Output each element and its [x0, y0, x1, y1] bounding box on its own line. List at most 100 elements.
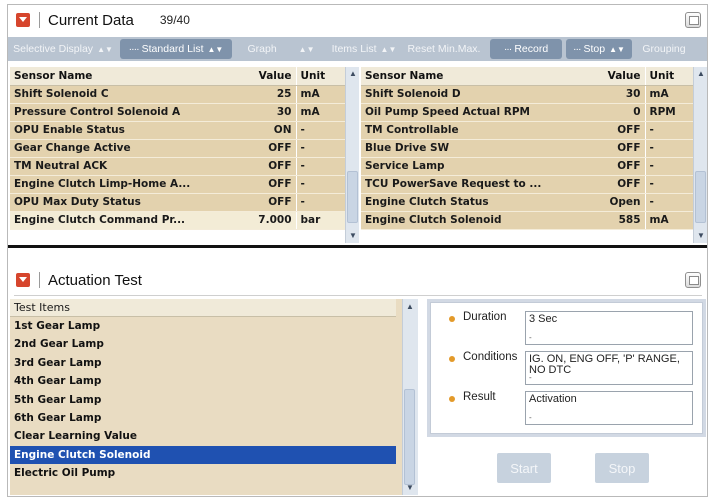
list-item[interactable]: 3rd Gear Lamp — [10, 354, 396, 372]
maximize-icon[interactable] — [685, 272, 701, 288]
record-button[interactable]: ··· Record — [490, 39, 562, 59]
table-row[interactable]: Oil Pump Speed Actual RPM 0 RPM — [361, 103, 693, 122]
result-label: Result — [463, 391, 496, 403]
scroll-down-icon[interactable]: ▼ — [348, 230, 358, 242]
sensor-unit: - — [295, 175, 345, 194]
updown-icon: ▲▼ — [207, 44, 224, 54]
scroll-up-icon[interactable]: ▲ — [696, 68, 706, 80]
scroll-down-icon[interactable]: ▼ — [405, 482, 415, 494]
sensor-table-right: Sensor Name Value Unit Shift Solenoid D3… — [361, 67, 707, 243]
table-row[interactable]: TM Controllable OFF - — [361, 121, 693, 140]
grouping-button[interactable]: Grouping — [636, 39, 692, 59]
result-value: Activation — [529, 393, 577, 405]
sensor-name: Pressure Control Solenoid A — [10, 103, 246, 122]
updown-icon: ▲▼ — [97, 44, 113, 54]
scroll-down-icon[interactable]: ▼ — [696, 230, 706, 242]
main-window: Current Data 39/40 Selective Display ▲▼ ·… — [7, 4, 708, 497]
col-sensor-name[interactable]: Sensor Name — [10, 67, 246, 86]
reset-min-max-button[interactable]: Reset Min.Max. — [402, 39, 486, 59]
result-field: Activation - — [525, 391, 693, 425]
table-row[interactable]: Engine Clutch Solenoid 585 mA — [361, 211, 693, 230]
col-sensor-name[interactable]: Sensor Name — [361, 67, 593, 86]
stop-button[interactable]: ··· Stop ▲▼ — [566, 39, 632, 59]
test-list-scrollbar[interactable]: ▲ ▼ — [402, 299, 418, 495]
col-value[interactable]: Value — [246, 67, 296, 86]
list-item[interactable]: 6th Gear Lamp — [10, 409, 396, 427]
sensor-unit: mA — [644, 85, 693, 104]
sensor-name: Engine Clutch Solenoid — [361, 211, 593, 230]
table-row[interactable]: OPU Max Duty Status OFF - — [10, 193, 345, 212]
sensor-value: 30 — [593, 85, 645, 104]
test-detail-inner: Duration 3 Sec - Conditions IG. ON, ENG … — [430, 302, 703, 434]
field-marker: - — [529, 413, 532, 422]
table-row[interactable]: Gear Change Active OFF - — [10, 139, 345, 158]
result-row: Result Activation - — [449, 391, 693, 425]
sensor-name: Gear Change Active — [10, 139, 246, 158]
sensor-unit: - — [644, 157, 693, 176]
updown-icon: ▲▼ — [298, 44, 315, 54]
sensor-name: TCU PowerSave Request to ... — [361, 175, 593, 194]
actuation-test-header: Actuation Test — [8, 267, 707, 293]
selective-display-button[interactable]: Selective Display ▲▼ — [10, 39, 116, 59]
scroll-thumb[interactable] — [695, 171, 706, 223]
conditions-row: Conditions IG. ON, ENG OFF, 'P' RANGE, N… — [449, 351, 693, 385]
bullet-icon — [449, 356, 455, 362]
duration-value: 3 Sec — [529, 313, 558, 325]
conditions-label: Conditions — [463, 351, 518, 363]
sensor-name: Engine Clutch Limp-Home A... — [10, 175, 246, 194]
list-item[interactable]: Electric Oil Pump — [10, 464, 396, 482]
scroll-up-icon[interactable]: ▲ — [405, 301, 415, 313]
table-row[interactable]: Pressure Control Solenoid A 30 mA — [10, 103, 345, 122]
sensor-unit: bar — [295, 211, 345, 230]
sensor-unit: - — [644, 139, 693, 158]
header-separator — [39, 272, 40, 288]
collapse-chevron-icon[interactable] — [16, 273, 30, 287]
duration-field: 3 Sec - — [525, 311, 693, 345]
table-header-row: Sensor Name Value Unit — [361, 67, 693, 86]
list-item[interactable]: 1st Gear Lamp — [10, 317, 396, 335]
list-item[interactable]: 2nd Gear Lamp — [10, 335, 396, 353]
table-row[interactable]: TCU PowerSave Request to ... OFF - — [361, 175, 693, 194]
updown-icon: ▲▼ — [609, 44, 625, 54]
scroll-thumb[interactable] — [347, 171, 358, 223]
table-row[interactable]: Shift Solenoid C 25 mA — [10, 85, 345, 104]
items-list-button[interactable]: Items List ▲▼ — [330, 39, 398, 59]
sensor-name: Shift Solenoid C — [10, 85, 246, 104]
sensor-value: OFF — [246, 193, 296, 212]
stop-label: Stop — [583, 43, 606, 55]
bullet-icon — [449, 316, 455, 322]
conditions-field: IG. ON, ENG OFF, 'P' RANGE, NO DTC - — [525, 351, 693, 385]
stop-test-button[interactable]: Stop — [595, 453, 649, 483]
sensor-name: Engine Clutch Command Pr... — [10, 211, 246, 230]
table-row[interactable]: Engine Clutch Command Pr... 7.000 bar — [10, 211, 345, 230]
table-row[interactable]: OPU Enable Status ON - — [10, 121, 345, 140]
maximize-icon[interactable] — [685, 12, 701, 28]
list-item[interactable]: Clear Learning Value — [10, 427, 396, 445]
standard-list-button[interactable]: ···· Standard List ▲▼ — [120, 39, 232, 59]
list-item-selected[interactable]: Engine Clutch Solenoid — [10, 445, 396, 465]
start-button[interactable]: Start — [497, 453, 551, 483]
col-unit[interactable]: Unit — [644, 67, 693, 86]
col-unit[interactable]: Unit — [295, 67, 345, 86]
table-row[interactable]: Service Lamp OFF - — [361, 157, 693, 176]
list-item[interactable]: 5th Gear Lamp — [10, 391, 396, 409]
sensor-value: 0 — [593, 103, 645, 122]
table-row[interactable]: Blue Drive SW OFF - — [361, 139, 693, 158]
table-row[interactable]: TM Neutral ACK OFF - — [10, 157, 345, 176]
table-row[interactable]: Engine Clutch Status Open - — [361, 193, 693, 212]
right-table-scrollbar[interactable]: ▲ ▼ — [693, 67, 707, 243]
scroll-thumb[interactable] — [404, 389, 415, 485]
sensor-name: TM Controllable — [361, 121, 593, 140]
col-value[interactable]: Value — [593, 67, 645, 86]
table-row[interactable]: Shift Solenoid D 30 mA — [361, 85, 693, 104]
table-row[interactable]: Engine Clutch Limp-Home A... OFF - — [10, 175, 345, 194]
sensor-name: Shift Solenoid D — [361, 85, 593, 104]
graph-button[interactable]: Graph ▲▼ — [236, 39, 326, 59]
left-table-scrollbar[interactable]: ▲ ▼ — [345, 67, 359, 243]
sensor-table-left: Sensor Name Value Unit Shift Solenoid C2… — [10, 67, 359, 243]
collapse-chevron-icon[interactable] — [16, 13, 30, 27]
sensor-value: OFF — [593, 175, 645, 194]
header-underline — [14, 295, 702, 296]
scroll-up-icon[interactable]: ▲ — [348, 68, 358, 80]
list-item[interactable]: 4th Gear Lamp — [10, 372, 396, 390]
